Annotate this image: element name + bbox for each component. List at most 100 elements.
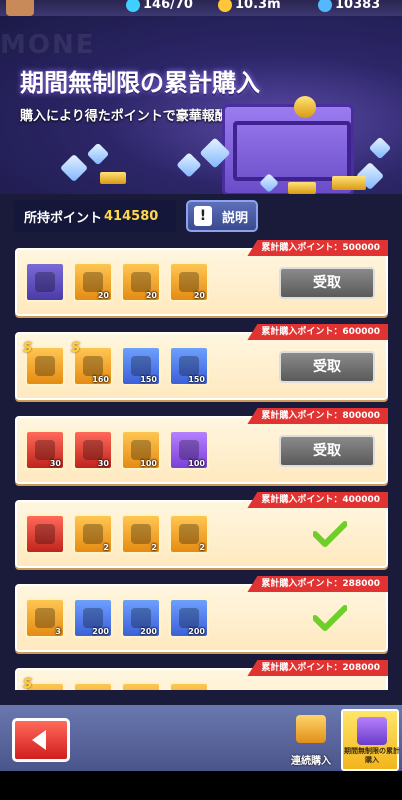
reward-item[interactable]: 100 — [121, 430, 161, 470]
reward-tier-card: 累計購入ポイント：500000 20 20 20 受取 — [15, 240, 388, 316]
help-button-label: 説明 — [222, 210, 249, 226]
claim-button[interactable]: 受取 — [279, 435, 375, 467]
gold-box-icon — [35, 608, 55, 628]
claim-button[interactable]: 受取 — [279, 351, 375, 383]
tab-label: 期間無制限の累計購入 — [344, 747, 400, 764]
reward-item[interactable]: 20 — [169, 262, 209, 302]
gold-bar-icon — [332, 176, 366, 190]
system-nav-area — [0, 771, 402, 800]
sword-shard-icon — [83, 440, 103, 460]
reward-item[interactable] — [169, 682, 209, 690]
stamina-counter[interactable]: 146/70 — [126, 0, 193, 12]
reward-item[interactable] — [121, 682, 161, 690]
claim-button[interactable]: 受取 — [279, 267, 375, 299]
item-quantity: 20 — [193, 291, 205, 300]
blue-crystal-box-icon — [83, 608, 103, 628]
reward-item[interactable]: 3 — [25, 598, 65, 638]
gem-counter[interactable]: 10383 — [318, 0, 380, 12]
item-quantity: 100 — [188, 459, 205, 468]
armor-shard-icon — [83, 356, 103, 376]
reward-item[interactable]: 30 — [25, 430, 65, 470]
item-quantity: 2 — [103, 543, 109, 552]
gift-box-icon — [296, 715, 326, 743]
reward-item[interactable]: 2 — [169, 514, 209, 554]
exclamation-icon: ! — [194, 206, 212, 226]
tier-threshold-tag: 累計購入ポイント：600000 — [247, 324, 388, 340]
reward-item[interactable]: 30 — [73, 430, 113, 470]
helmet-shard-icon — [35, 440, 55, 460]
stamina-value: 146/70 — [143, 0, 193, 12]
reward-tier-card: 累計購入ポイント：288000 3 200 200 200 — [15, 576, 388, 652]
tier-threshold-tag: 累計購入ポイント：400000 — [247, 492, 388, 508]
blue-emblem-icon — [179, 356, 199, 376]
treasure-chest-icon — [131, 272, 151, 292]
crown-chest-icon — [357, 717, 387, 745]
item-quantity: 200 — [188, 627, 205, 636]
s-rank-badge: S — [71, 341, 81, 356]
crystal-icon — [176, 152, 202, 178]
checkmark-icon — [313, 605, 347, 631]
purple-medal-icon — [179, 440, 199, 460]
reward-tier-card: 累計購入ポイント：800000 30 30 100 100 受取 — [15, 408, 388, 484]
reward-item[interactable]: S — [23, 677, 65, 690]
item-quantity: 200 — [140, 627, 157, 636]
s-rank-badge: S — [23, 677, 33, 690]
item-quantity: 200 — [92, 627, 109, 636]
bottom-nav: 連続購入 期間無制限の累計購入 — [0, 705, 402, 771]
item-quantity: 20 — [145, 291, 157, 300]
owned-points: 所持ポイント 414580 — [14, 200, 176, 232]
gold-bar-icon — [288, 182, 316, 194]
reward-item[interactable]: 20 — [73, 262, 113, 302]
help-button[interactable]: ! 説明 — [186, 200, 258, 232]
reward-item[interactable]: 200 — [121, 598, 161, 638]
blue-emblem-icon — [131, 356, 151, 376]
reward-item[interactable]: 100 — [169, 430, 209, 470]
reward-item[interactable]: 200 — [73, 598, 113, 638]
reward-tier-card: 累計購入ポイント：400000 2 2 2 — [15, 492, 388, 568]
top-status-bar: 146/70 10.3m 10383 — [0, 0, 402, 16]
sword-icon — [35, 524, 55, 544]
reward-item[interactable] — [25, 262, 65, 302]
tab-label: 連続購入 — [291, 756, 331, 767]
tier-threshold-tag: 累計購入ポイント：500000 — [247, 240, 388, 256]
item-quantity: 100 — [140, 459, 157, 468]
gold-medal-icon — [131, 440, 151, 460]
reward-item[interactable]: 150 — [169, 346, 209, 386]
banner-ghost-text: MONE — [0, 30, 96, 60]
crystal-icon — [86, 142, 110, 166]
crystal-icon — [59, 153, 89, 183]
reward-item[interactable]: 2 — [121, 514, 161, 554]
gold-counter[interactable]: 10.3m — [218, 0, 281, 12]
equipment-box-icon — [179, 524, 199, 544]
reward-item[interactable] — [73, 682, 113, 690]
reward-item[interactable]: 20 — [121, 262, 161, 302]
reward-item[interactable]: S 160 — [71, 341, 113, 386]
reward-item[interactable]: 200 — [169, 598, 209, 638]
gold-value: 10.3m — [235, 0, 281, 12]
tab-consecutive-purchase[interactable]: 連続購入 — [282, 709, 340, 771]
tier-threshold-tag: 累計購入ポイント：288000 — [247, 576, 388, 592]
reward-item[interactable]: 2 — [73, 514, 113, 554]
equipment-box-icon — [131, 524, 151, 544]
tier-threshold-tag: 累計購入ポイント：208000 — [247, 660, 388, 676]
item-quantity: 150 — [140, 375, 157, 384]
reward-item[interactable]: 150 — [121, 346, 161, 386]
reward-item[interactable] — [25, 514, 65, 554]
crystal-icon — [368, 136, 392, 160]
tab-cumulative-purchase[interactable]: 期間無制限の累計購入 — [341, 709, 400, 771]
reward-item[interactable]: S — [23, 341, 65, 386]
gem-icon — [318, 0, 332, 12]
item-quantity: 3 — [55, 627, 61, 636]
lightning-icon — [126, 0, 140, 12]
reward-tier-card: 累計購入ポイント：600000 S S 160 150 150 受取 — [15, 324, 388, 400]
player-avatar[interactable] — [6, 0, 34, 16]
item-quantity: 30 — [97, 459, 109, 468]
item-quantity: 20 — [97, 291, 109, 300]
item-quantity: 150 — [188, 375, 205, 384]
back-button[interactable] — [12, 718, 70, 762]
gem-value: 10383 — [335, 0, 381, 12]
armor-box-icon — [35, 356, 55, 376]
reward-tier-list[interactable]: 累計購入ポイント：500000 20 20 20 受取 累計購入ポイント：600000 S S… — [0, 236, 402, 690]
reward-tier-card: 累計購入ポイント：208000 S — [15, 660, 388, 690]
points-label: 所持ポイント — [24, 210, 103, 226]
